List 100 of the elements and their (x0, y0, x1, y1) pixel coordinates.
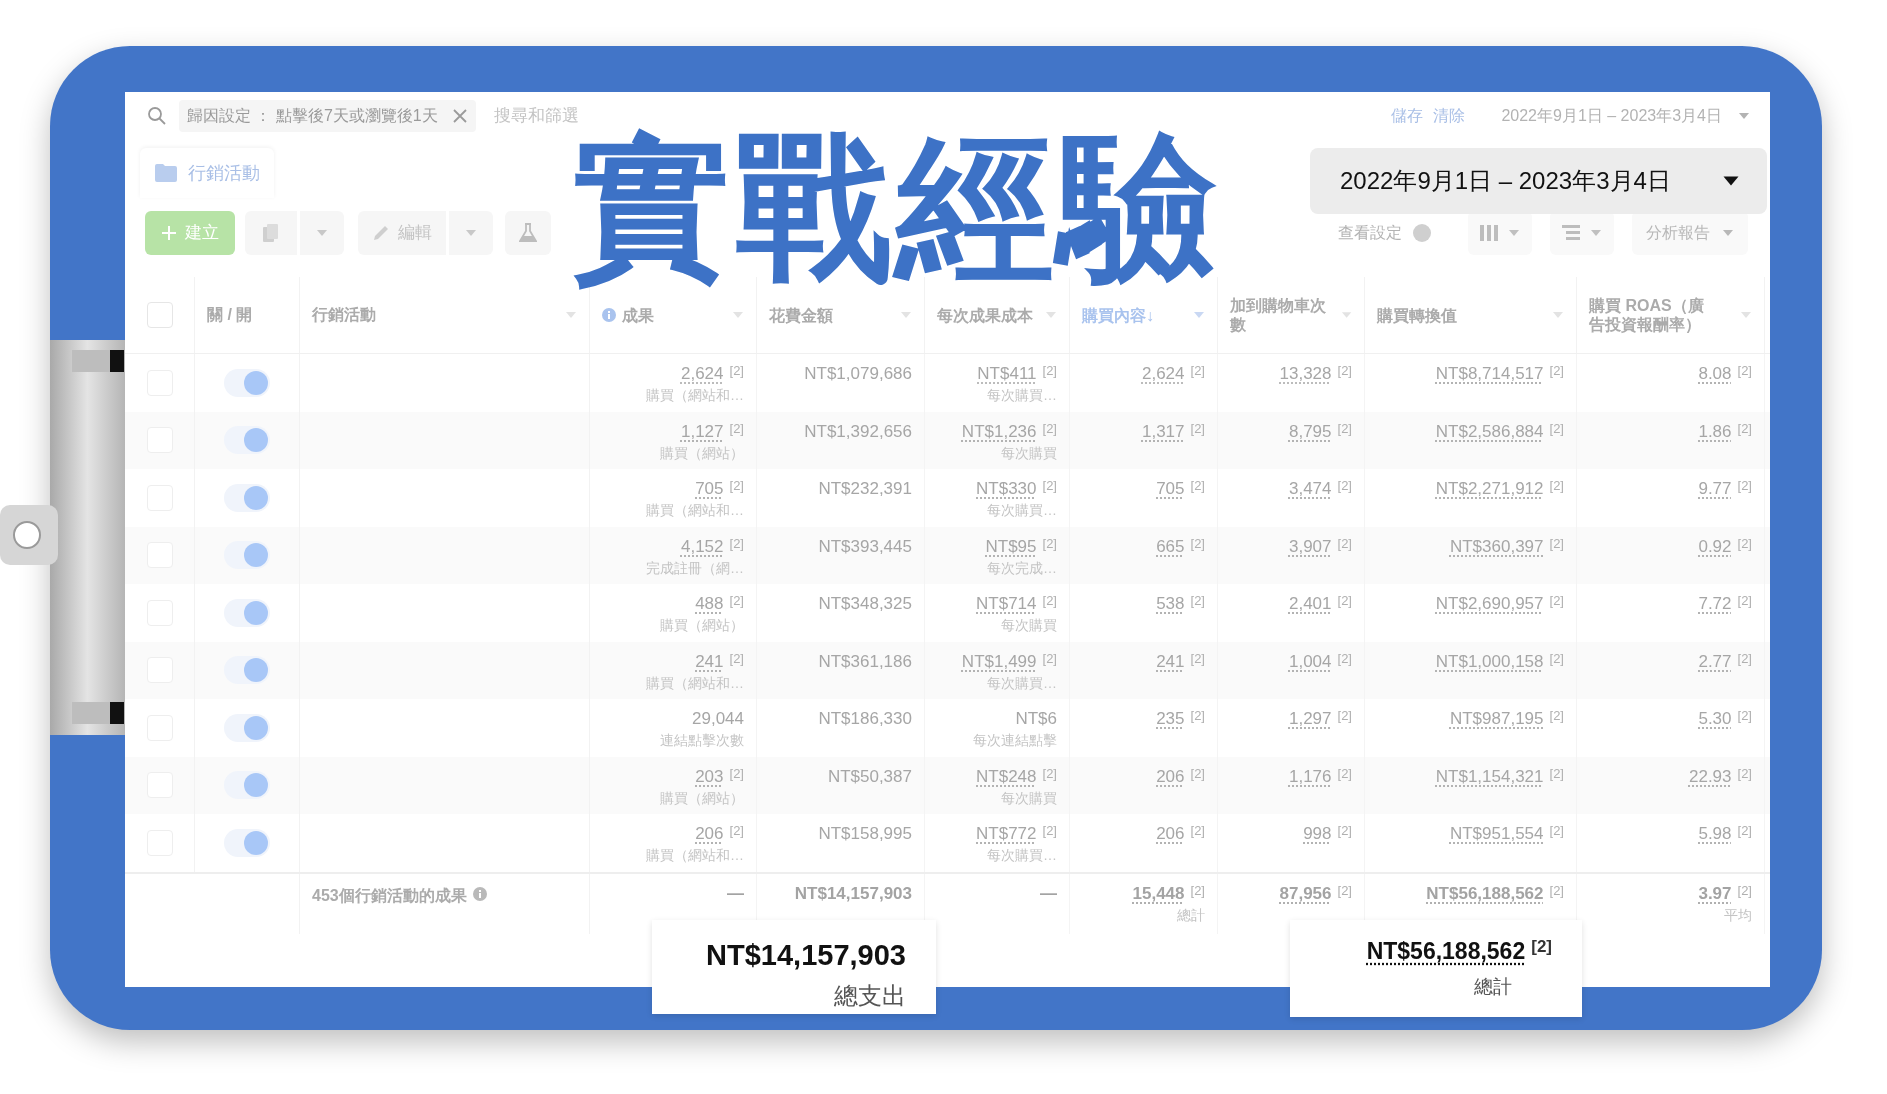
footnote-ref: [2] (729, 535, 744, 552)
header-cell[interactable]: 購買 ROAS（廣告投資報酬率） (1577, 277, 1765, 353)
on-off-toggle[interactable] (224, 426, 270, 455)
cell-value: NT$6 (1015, 708, 1057, 730)
footnote-ref: [2] (1549, 420, 1564, 437)
columns-button[interactable] (1468, 211, 1532, 255)
cell-value: 998 (1303, 823, 1332, 845)
cell-caption: 購買（網站） (660, 616, 744, 635)
sort-caret-icon (565, 311, 577, 319)
cell-value: 206 (695, 823, 724, 845)
footnote-ref: [2] (1549, 593, 1564, 609)
footnote-ref: [2] (1042, 823, 1057, 839)
cell-value: NT$361,186 (818, 650, 912, 673)
cell-caption: 連結點擊次數 (660, 731, 744, 750)
footnote-ref: [2] (1737, 882, 1752, 899)
footnote-ref: [2] (1737, 765, 1752, 782)
on-off-toggle[interactable] (224, 598, 270, 627)
footnote-ref: [2] (1337, 650, 1352, 667)
search-field[interactable]: 搜尋和篩選 (493, 103, 579, 129)
sort-caret-icon (1552, 311, 1564, 319)
pencil-icon (372, 224, 390, 242)
cell-caption: 每次購買… (987, 846, 1057, 865)
column-header[interactable]: 關 / 開 (207, 303, 253, 327)
cell-value: 22.93 (1689, 765, 1732, 788)
on-off-toggle[interactable] (224, 771, 270, 800)
cell-value: 8.08 (1698, 363, 1732, 385)
on-off-toggle[interactable] (224, 368, 270, 397)
footnote-ref: [2] (1531, 936, 1552, 958)
cell-value: 15,448 (1132, 882, 1185, 905)
footnote-ref: [2] (1549, 765, 1564, 782)
column-header[interactable]: 行銷活動 (312, 303, 376, 327)
breakdown-button[interactable] (1550, 211, 1614, 255)
footnote-ref: [2] (1337, 535, 1352, 552)
footnote-ref: [2] (1190, 882, 1205, 899)
date-range-picker[interactable]: 2022年9月1日 – 2023年3月4日 (1487, 96, 1750, 136)
view-settings-label: 查看設定 (1338, 223, 1402, 243)
duplicate-button[interactable] (245, 211, 297, 255)
campaigns-tab[interactable]: 行銷活動 (140, 148, 274, 198)
sort-caret-icon (1045, 311, 1057, 319)
cell-value: NT$411 (977, 363, 1037, 385)
cell-value: NT$248 (976, 765, 1037, 788)
on-off-toggle[interactable] (224, 541, 270, 570)
search-icon (147, 106, 167, 126)
caret-icon (316, 229, 328, 237)
info-icon (472, 886, 487, 901)
cell-value: 3.97 (1698, 882, 1732, 905)
cell-value: NT$1,392,656 (804, 420, 912, 443)
header-cell[interactable]: 加到購物車次數 (1218, 277, 1365, 353)
on-off-toggle[interactable] (224, 713, 270, 742)
caret-icon (1508, 229, 1520, 237)
dropdown-button[interactable] (449, 211, 493, 255)
cell-value: NT$951,554 (1449, 823, 1544, 845)
cell-value: 8,795 (1289, 420, 1332, 443)
create-button[interactable]: 建立 (145, 211, 235, 255)
cell-value: NT$232,391 (818, 478, 912, 500)
test-button[interactable] (505, 211, 551, 255)
date-range-popup[interactable]: 2022年9月1日 – 2023年3月4日 (1310, 148, 1767, 214)
close-icon[interactable] (451, 108, 468, 124)
cell-value: 1,127 (681, 420, 724, 443)
on-off-toggle[interactable] (224, 483, 270, 512)
footnote-ref: [2] (1190, 363, 1205, 379)
caret-icon (1722, 229, 1734, 237)
footnote-ref: [2] (1549, 823, 1564, 839)
header-cell[interactable]: 購買轉換值 (1365, 277, 1577, 353)
filter-chip[interactable]: 歸因設定 ： 點擊後7天或瀏覽後1天 (179, 100, 476, 132)
callout-label: 總支出 (834, 980, 906, 1011)
cell-value: NT$2,271,912 (1435, 478, 1544, 500)
sort-caret-icon (1193, 311, 1205, 319)
cell-value: NT$8,714,517 (1435, 363, 1544, 385)
dropdown-button[interactable] (300, 211, 344, 255)
on-off-toggle[interactable] (224, 656, 270, 685)
cell-value: NT$987,195 (1449, 708, 1544, 730)
footnote-ref: [2] (1190, 823, 1205, 839)
on-off-toggle[interactable] (224, 828, 270, 857)
column-header: 購買 ROAS（廣告投資報酬率） (1589, 296, 1705, 334)
folder-icon (154, 163, 178, 183)
column-header: 加到購物車次數 (1230, 296, 1327, 334)
footnote-ref: [2] (1190, 593, 1205, 609)
cell-value: 1.86 (1698, 420, 1732, 443)
cell-caption: 購買（網站和… (646, 386, 744, 405)
cell-value: 4,152 (681, 535, 724, 558)
cell-value: 5.98 (1698, 823, 1732, 845)
cell-value: 3,907 (1289, 535, 1332, 558)
cell-value: NT$95 (985, 535, 1037, 558)
cell-caption: 購買（網站和… (646, 501, 744, 520)
callout-value: NT$14,157,903 (706, 938, 906, 973)
reports-button[interactable]: 分析報告 (1632, 211, 1748, 255)
caret-icon (1738, 112, 1750, 120)
sort-caret-icon (732, 311, 744, 319)
select-all-checkbox[interactable] (146, 302, 173, 328)
footnote-ref: [2] (1337, 823, 1352, 839)
footnote-ref: [2] (1042, 363, 1057, 379)
filter-link[interactable]: 清除 (1433, 104, 1466, 128)
sort-caret-icon (1740, 311, 1752, 319)
sort-caret-icon (1340, 311, 1352, 319)
plus-icon (161, 225, 177, 241)
cell-value: 203 (695, 765, 724, 788)
cell-caption: 每次連結點擊 (973, 731, 1057, 750)
filter-link[interactable]: 儲存 (1391, 104, 1424, 128)
cell-value: 1,317 (1142, 420, 1185, 443)
